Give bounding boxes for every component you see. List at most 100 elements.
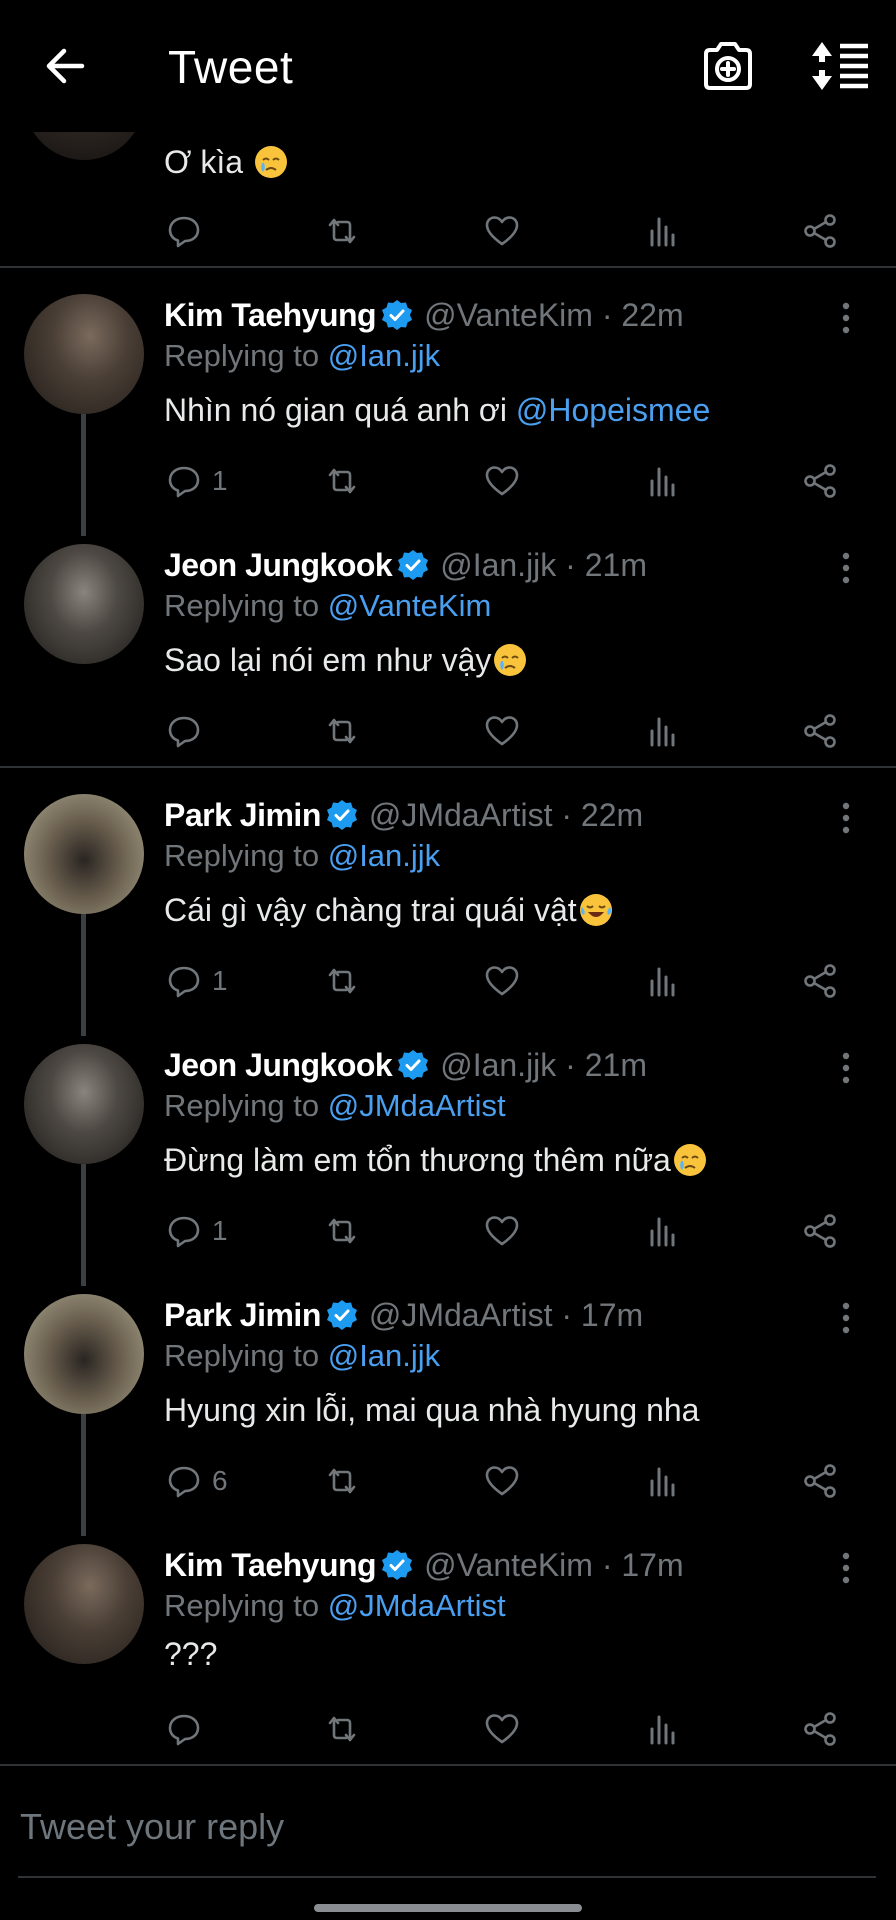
- views-button[interactable]: [642, 206, 682, 256]
- tweet-actions: 1: [0, 456, 896, 506]
- share-icon: [804, 214, 836, 248]
- replying-label: Replying to: [164, 1338, 320, 1373]
- reply-button[interactable]: [164, 206, 204, 256]
- author-handle: @JMdaArtist: [368, 1296, 553, 1333]
- retweet-button[interactable]: [322, 1704, 362, 1754]
- like-button[interactable]: [482, 206, 522, 256]
- retweet-icon: [328, 1468, 356, 1494]
- avatar[interactable]: [24, 1294, 144, 1414]
- share-icon: [804, 464, 836, 498]
- like-button[interactable]: [482, 1704, 522, 1754]
- retweet-button[interactable]: [322, 1456, 362, 1506]
- like-button[interactable]: [482, 1456, 522, 1506]
- author-name[interactable]: Kim Taehyung: [164, 297, 377, 334]
- avatar[interactable]: [24, 1044, 144, 1164]
- reply-input[interactable]: [18, 1796, 862, 1858]
- like-button[interactable]: [482, 956, 522, 1006]
- author-name[interactable]: Kim Taehyung: [164, 1547, 377, 1584]
- heart-icon: [485, 966, 519, 996]
- retweet-button[interactable]: [322, 956, 362, 1006]
- share-icon: [804, 1712, 836, 1746]
- reply-button[interactable]: [164, 1704, 212, 1754]
- avatar[interactable]: [24, 544, 144, 664]
- top-app-bar: Tweet: [0, 0, 896, 132]
- tweet-text-content: Sao lại nói em như vậy: [164, 642, 492, 678]
- arrow-left-icon[interactable]: [38, 38, 94, 94]
- share-button[interactable]: [800, 1206, 840, 1256]
- reply-button[interactable]: 6: [164, 1456, 228, 1506]
- share-button[interactable]: [800, 706, 840, 756]
- retweet-button[interactable]: [322, 706, 362, 756]
- share-button[interactable]: [800, 1704, 840, 1754]
- tweet-actions: [0, 206, 896, 256]
- sort-replies-icon[interactable]: [808, 38, 872, 94]
- replying-to-mention[interactable]: @VanteKim: [328, 588, 492, 623]
- camera-plus-icon[interactable]: [700, 40, 756, 92]
- avatar[interactable]: [24, 794, 144, 914]
- replying-to-mention[interactable]: @JMdaArtist: [328, 1588, 506, 1623]
- author-handle: @JMdaArtist: [368, 796, 553, 833]
- tweet-text: Đừng làm em tổn thương thêm nữa: [164, 1142, 707, 1179]
- like-button[interactable]: [482, 456, 522, 506]
- retweet-button[interactable]: [322, 206, 362, 256]
- more-options-icon[interactable]: [828, 1050, 864, 1086]
- share-icon: [804, 714, 836, 748]
- views-button[interactable]: [642, 1704, 682, 1754]
- share-button[interactable]: [800, 956, 840, 1006]
- verified-badge-icon: [326, 800, 357, 830]
- share-button[interactable]: [800, 206, 840, 256]
- retweet-icon: [328, 1218, 356, 1244]
- reply-button[interactable]: 1: [164, 456, 228, 506]
- replying-to-mention[interactable]: @JMdaArtist: [328, 1088, 506, 1123]
- tweet-actions: [0, 706, 896, 756]
- tears-of-joy-emoji: [579, 894, 612, 926]
- replying-to: Replying to @Ian.jjk: [164, 338, 440, 374]
- share-button[interactable]: [800, 1456, 840, 1506]
- views-button[interactable]: [642, 1206, 682, 1256]
- share-icon: [804, 1464, 836, 1498]
- bar-chart-icon: [650, 967, 675, 997]
- author-name[interactable]: Park Jimin: [164, 797, 321, 834]
- retweet-button[interactable]: [322, 456, 362, 506]
- tweet-mention[interactable]: @Hopeismee: [516, 392, 710, 428]
- replying-to: Replying to @Ian.jjk: [164, 838, 440, 874]
- tweet-thread-screen: Ơ kìa Kim Taehyung @VanteKim · 22m Reply…: [0, 0, 896, 1920]
- bar-chart-icon: [650, 467, 675, 497]
- tweet-text-content: Đừng làm em tổn thương thêm nữa: [164, 1142, 671, 1178]
- avatar[interactable]: [24, 294, 144, 414]
- author-name[interactable]: Jeon Jungkook: [164, 547, 393, 584]
- divider: [0, 266, 896, 268]
- home-indicator[interactable]: [314, 1904, 582, 1912]
- more-options-icon[interactable]: [828, 1300, 864, 1336]
- heart-icon: [485, 1216, 519, 1246]
- tweet-text: Hyung xin lỗi, mai qua nhà hyung nha: [164, 1392, 700, 1428]
- bar-chart-icon: [650, 717, 675, 747]
- replying-to-mention[interactable]: @Ian.jjk: [328, 838, 440, 873]
- reply-button[interactable]: 1: [164, 1206, 228, 1256]
- views-button[interactable]: [642, 706, 682, 756]
- retweet-icon: [328, 1716, 356, 1742]
- views-button[interactable]: [642, 456, 682, 506]
- replying-to-mention[interactable]: @Ian.jjk: [328, 1338, 440, 1373]
- author-name[interactable]: Jeon Jungkook: [164, 1047, 393, 1084]
- more-options-icon[interactable]: [828, 800, 864, 836]
- views-button[interactable]: [642, 1456, 682, 1506]
- avatar[interactable]: [24, 1544, 144, 1664]
- share-button[interactable]: [800, 456, 840, 506]
- tweet-actions: [0, 1704, 896, 1754]
- more-options-icon[interactable]: [828, 300, 864, 336]
- reply-button[interactable]: 1: [164, 956, 228, 1006]
- like-button[interactable]: [482, 706, 522, 756]
- replying-label: Replying to: [164, 1588, 320, 1623]
- views-button[interactable]: [642, 956, 682, 1006]
- tweet-text-content: Cái gì vậy chàng trai quái vật: [164, 892, 577, 928]
- replying-to: Replying to @VanteKim: [164, 588, 491, 624]
- replying-to-mention[interactable]: @Ian.jjk: [328, 338, 440, 373]
- replying-label: Replying to: [164, 1088, 320, 1123]
- reply-button[interactable]: [164, 706, 212, 756]
- like-button[interactable]: [482, 1206, 522, 1256]
- more-options-icon[interactable]: [828, 1550, 864, 1586]
- more-options-icon[interactable]: [828, 550, 864, 586]
- retweet-button[interactable]: [322, 1206, 362, 1256]
- author-name[interactable]: Park Jimin: [164, 1297, 321, 1334]
